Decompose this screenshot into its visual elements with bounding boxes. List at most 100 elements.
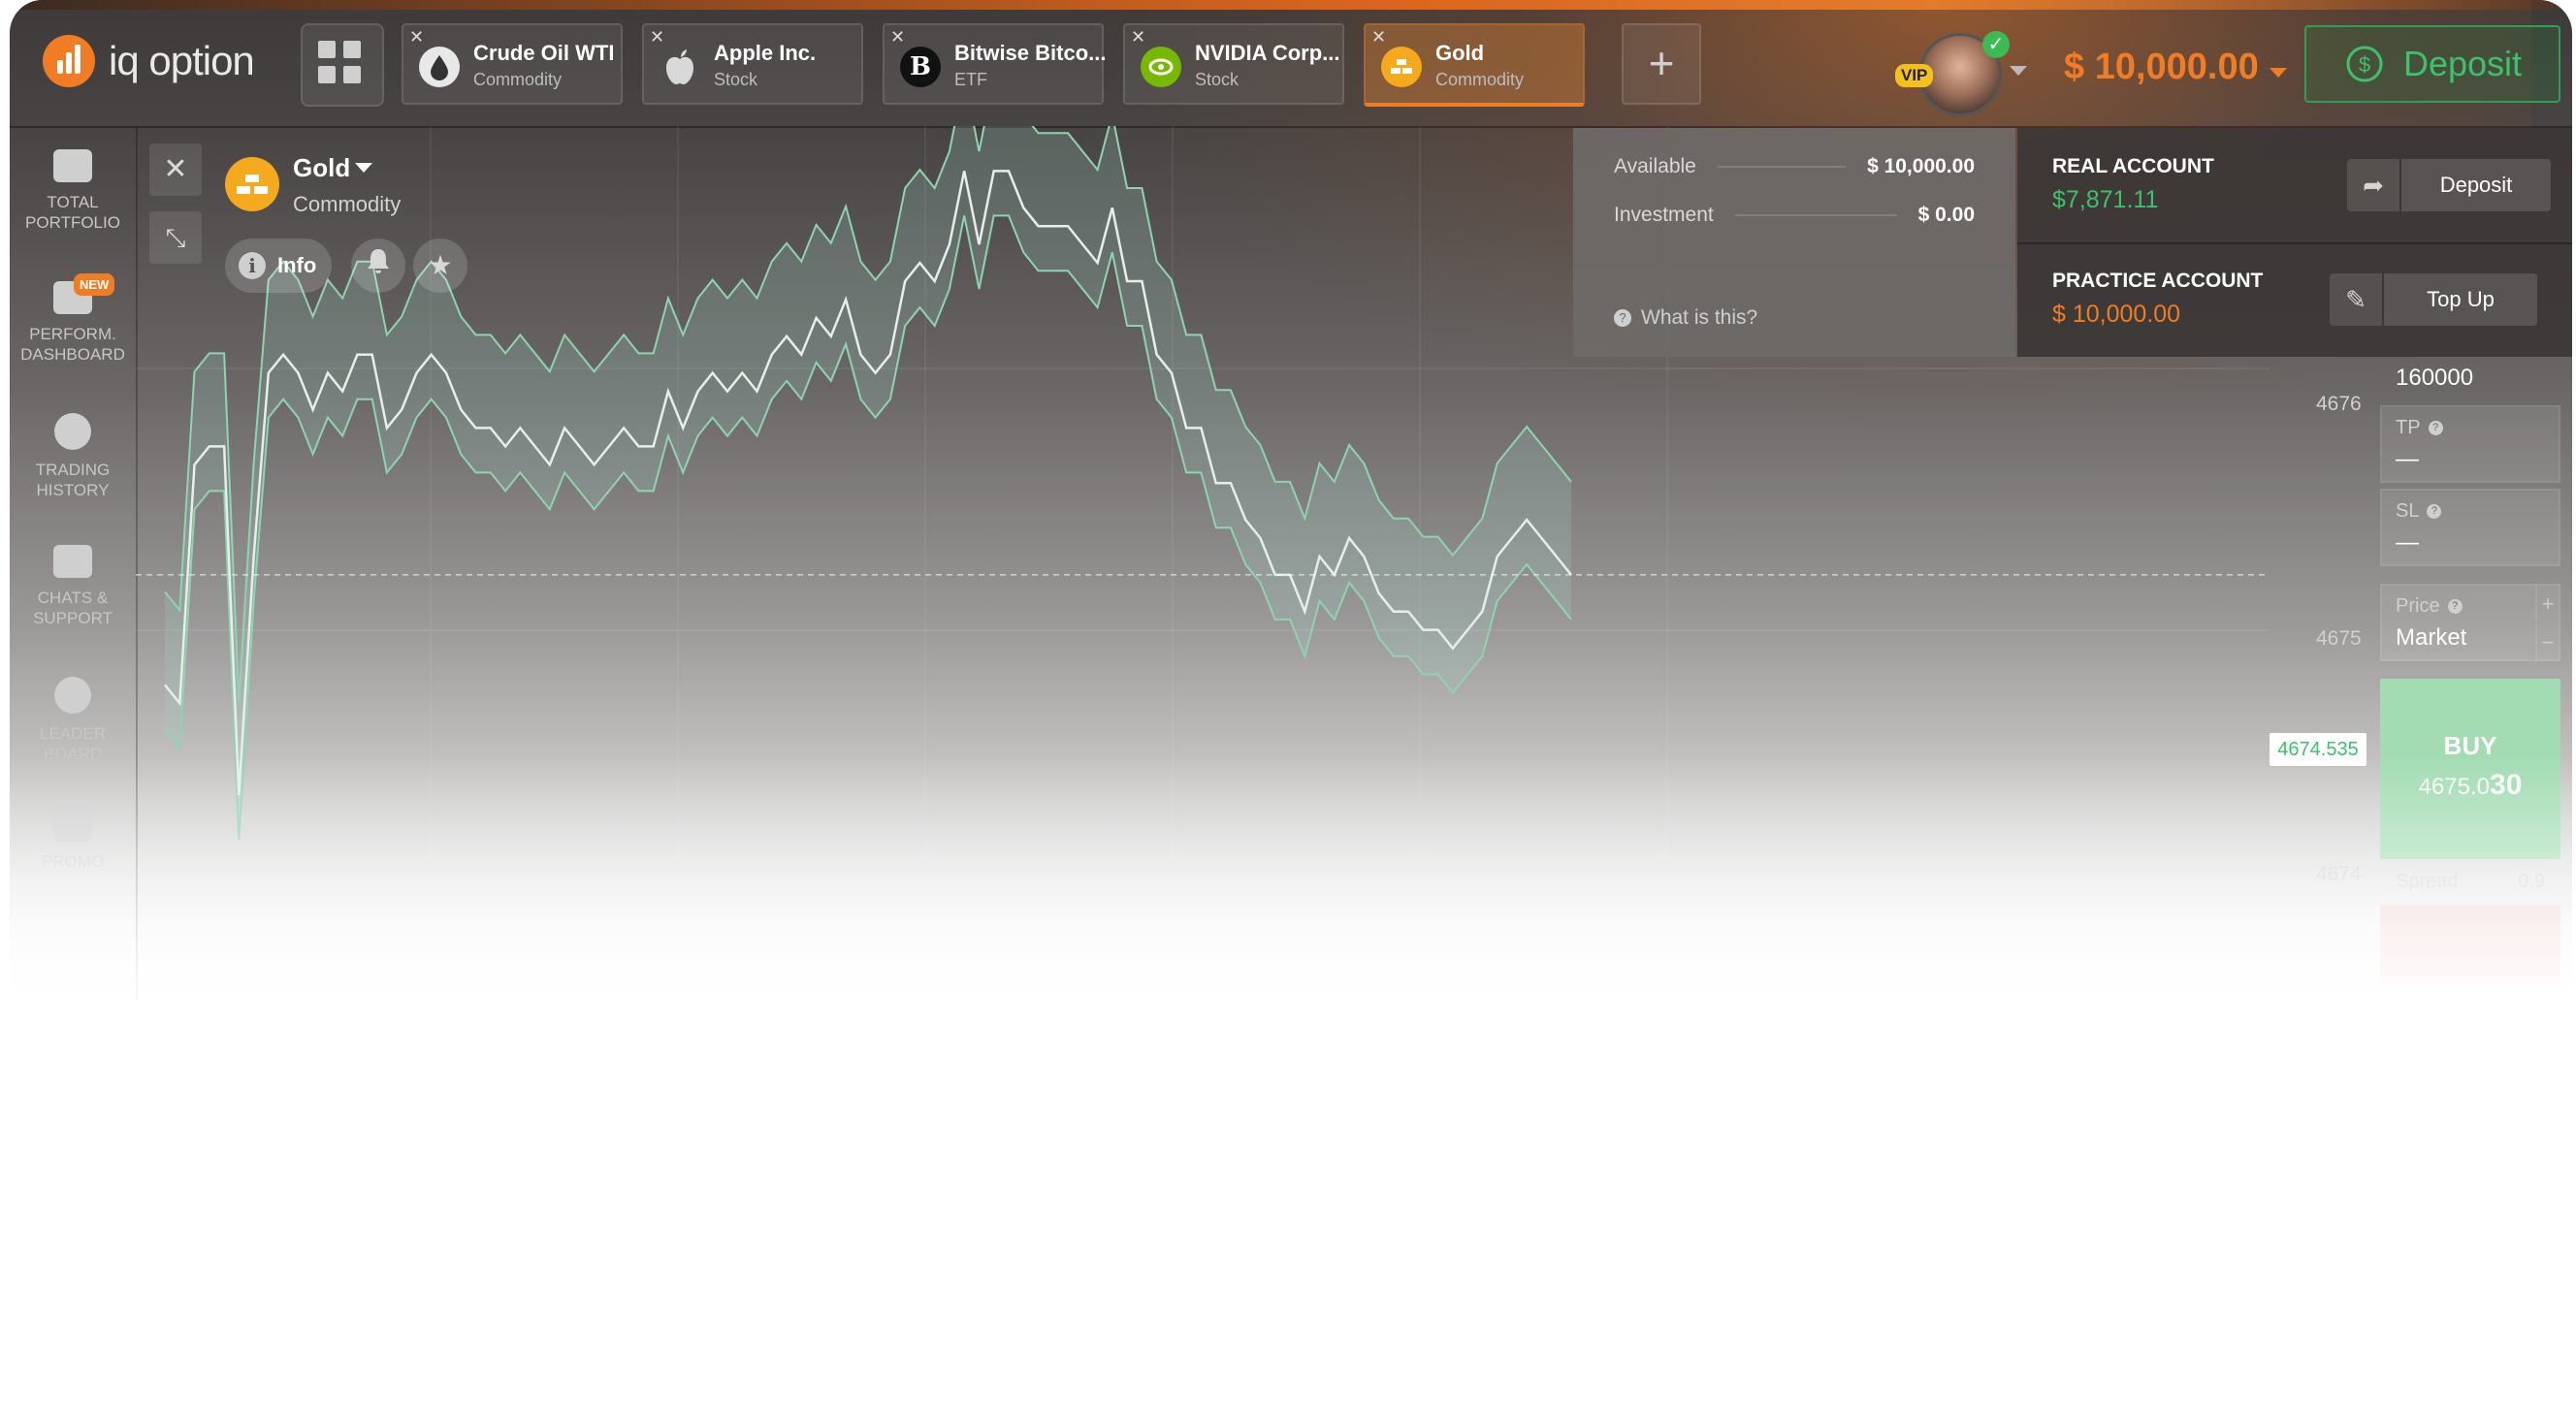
top-bar: iq option ✕ Crude Oil WTI Commodity ✕ Ap… [10, 10, 2572, 128]
asset-grid-button[interactable] [301, 23, 384, 107]
what-is-this-link[interactable]: ? What is this? [1614, 306, 1757, 330]
info-button[interactable]: i Info [225, 239, 332, 293]
tab-asset-name: Gold [1435, 41, 1485, 65]
take-profit-field[interactable]: TP? — [2380, 405, 2560, 483]
close-chart-button[interactable]: ✕ [149, 143, 202, 196]
close-tab-icon[interactable]: ✕ [890, 27, 905, 48]
price-value: Market [2396, 624, 2467, 651]
close-tab-icon[interactable]: ✕ [1371, 27, 1386, 48]
real-account-value: $7,871.11 [2052, 186, 2159, 213]
sl-value: — [2396, 529, 2419, 556]
y-axis-tick: 4674 [2316, 863, 2362, 885]
deposit-label: Deposit [2402, 44, 2523, 83]
y-axis-tick: 4675 [2316, 627, 2362, 650]
apple-icon [660, 47, 700, 87]
y-axis-tick: 4676 [2316, 393, 2362, 415]
investment-row: Investment $ 0.00 [1614, 204, 1975, 227]
price-field[interactable]: Price? Market + − [2380, 584, 2560, 661]
investment-amount[interactable]: 160000 [2396, 365, 2473, 392]
chevron-down-icon[interactable] [2010, 66, 2027, 76]
increase-button[interactable]: + [2535, 586, 2559, 622]
sidebar-label: TOTAL [47, 193, 99, 211]
sidebar-item-perform-dashboard[interactable]: NEW PERFORM. DASHBOARD [10, 273, 136, 365]
verified-check-icon: ✓ [1982, 31, 2010, 58]
oil-drop-icon [419, 47, 460, 87]
close-tab-icon[interactable]: ✕ [409, 27, 424, 48]
top-up-button[interactable]: Top Up [2384, 273, 2537, 326]
sl-label-wrap: SL? [2396, 500, 2442, 523]
practice-account-label[interactable]: PRACTICE ACCOUNT [2052, 270, 2263, 293]
asset-tab-crude-oil[interactable]: ✕ Crude Oil WTI Commodity [402, 23, 623, 105]
collapse-arrows-icon[interactable]: ⤡ [149, 211, 202, 264]
asset-chevron-down-icon[interactable] [355, 163, 372, 173]
sidebar-label: PERFORM. [29, 325, 116, 343]
tp-value: — [2396, 446, 2419, 472]
question-icon: ? [2447, 599, 2463, 614]
asset-tab-nvidia[interactable]: ✕ NVIDIA Corp... Stock [1123, 23, 1344, 105]
asset-tab-gold[interactable]: ✕ Gold Commodity [1364, 23, 1585, 107]
megaphone-icon [53, 809, 92, 842]
share-arrow-icon[interactable]: ➦ [2347, 159, 2399, 211]
tab-asset-type: ETF [954, 70, 987, 89]
tab-asset-type: Commodity [1435, 70, 1525, 89]
add-tab-button[interactable]: + [1622, 23, 1701, 105]
sell-button[interactable] [2380, 906, 2560, 983]
sidebar-label: CHATS & [37, 589, 109, 607]
edit-pencil-icon[interactable]: ✎ [2330, 273, 2382, 326]
logo-text: iq option [109, 38, 255, 83]
buy-price-main: 4675.0 [2418, 774, 2491, 800]
real-deposit-button[interactable]: Deposit [2401, 159, 2551, 211]
practice-account-value: $ 10,000.00 [2052, 301, 2181, 328]
sidebar-label: DASHBOARD [20, 345, 125, 364]
price-label: Price [2396, 595, 2440, 617]
buy-label: BUY [2443, 731, 2497, 760]
investment-label: Investment [1614, 204, 1714, 226]
account-summary-popup: Available $ 10,000.00 Investment $ 0.00 … [1573, 128, 2015, 357]
tab-asset-name: Apple Inc. [714, 41, 817, 65]
clock-icon [54, 413, 91, 450]
account-balance[interactable]: $ 10,000.00 [2064, 47, 2259, 88]
close-tab-icon[interactable]: ✕ [1131, 27, 1145, 48]
tab-asset-type: Commodity [473, 70, 563, 89]
star-icon[interactable]: ★ [413, 239, 467, 293]
buy-price: 4675.030 [2380, 769, 2560, 802]
spread-label: Spread [2396, 871, 2459, 892]
sidebar-label: HISTORY [36, 481, 110, 499]
sidebar-item-leader-board[interactable]: LEADER BOARD [10, 677, 136, 764]
bell-icon[interactable] [351, 239, 405, 293]
nvidia-icon [1141, 47, 1181, 87]
sidebar-label: SUPPORT [33, 609, 113, 627]
sidebar-item-chats-support[interactable]: CHATS & SUPPORT [10, 545, 136, 628]
spread-value: 0.9 [2518, 871, 2545, 892]
sidebar-item-total-portfolio[interactable]: TOTAL PORTFOLIO [10, 149, 136, 233]
decrease-button[interactable]: − [2535, 624, 2559, 661]
stop-loss-field[interactable]: SL? — [2380, 489, 2560, 566]
briefcase-icon [53, 149, 92, 182]
logo[interactable]: iq option [43, 35, 255, 87]
grid-icon [318, 41, 336, 58]
sidebar-item-trading-history[interactable]: TRADING HISTORY [10, 413, 136, 500]
what-is-this-label: What is this? [1641, 306, 1758, 329]
spread-row: Spread 0.9 [2396, 871, 2545, 893]
deposit-button[interactable]: $ Deposit [2304, 25, 2560, 103]
close-tab-icon[interactable]: ✕ [650, 27, 664, 48]
asset-tab-apple[interactable]: ✕ Apple Inc. Stock [642, 23, 863, 105]
sl-label: SL [2396, 500, 2420, 522]
gold-bars-icon [225, 157, 279, 211]
svg-text:$: $ [2359, 52, 2370, 77]
bitwise-b-icon: B [900, 47, 941, 87]
asset-type: Commodity [293, 192, 402, 216]
real-account-label[interactable]: REAL ACCOUNT [2052, 155, 2214, 178]
balance-chevron-down-icon[interactable] [2270, 68, 2287, 78]
tab-asset-type: Stock [714, 70, 758, 89]
sidebar-item-promo[interactable]: PROMO [10, 809, 136, 872]
tab-asset-name: Crude Oil WTI [473, 41, 615, 65]
left-sidebar: TOTAL PORTFOLIO NEW PERFORM. DASHBOARD T… [10, 128, 138, 1001]
price-label-wrap: Price? [2396, 595, 2463, 618]
asset-tab-bitwise[interactable]: ✕ B Bitwise Bitco... ETF [883, 23, 1106, 105]
investment-value: $ 0.00 [1917, 204, 1975, 226]
question-icon: ? [1614, 309, 1631, 327]
app-window: iq option ✕ Crude Oil WTI Commodity ✕ Ap… [10, 0, 2572, 1008]
asset-name[interactable]: Gold [293, 153, 350, 183]
buy-button[interactable]: BUY 4675.030 [2380, 679, 2560, 859]
